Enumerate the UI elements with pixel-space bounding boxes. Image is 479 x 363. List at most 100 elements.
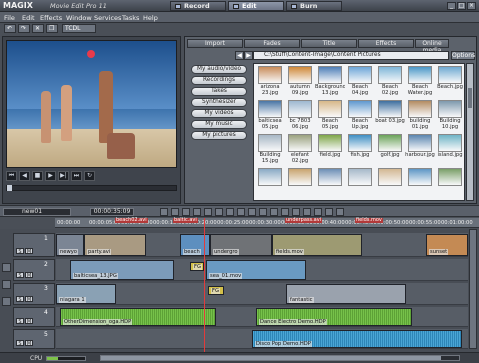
- media-thumbnail[interactable]: balticsea 05.jpg: [255, 99, 285, 133]
- track-lane-4[interactable]: OtherDimension_oga.HDP Dance Electro Dem…: [56, 307, 468, 327]
- sidebar-my-videos[interactable]: My videos: [191, 109, 247, 118]
- media-thumbnail[interactable]: golf.jpg: [375, 133, 405, 167]
- settings-icon[interactable]: [336, 208, 344, 216]
- mute-button[interactable]: M: [25, 296, 33, 303]
- solo-button[interactable]: S: [16, 272, 24, 279]
- solo-button[interactable]: S: [16, 318, 24, 325]
- ruler-marker[interactable]: beach02.avi: [115, 218, 148, 223]
- media-thumbnail[interactable]: Beach.jpg: [435, 65, 464, 99]
- mute-button[interactable]: M: [25, 318, 33, 325]
- volume-icon[interactable]: [314, 208, 322, 216]
- title-clip[interactable]: FG: [190, 262, 204, 271]
- timeline-vertical-scrollbar[interactable]: [469, 229, 477, 349]
- track-lane-2[interactable]: balticsea_13.JPG sea_01.mov FG: [56, 259, 468, 281]
- title-clip[interactable]: FG: [208, 286, 224, 295]
- previous-frame-button[interactable]: ◀: [19, 171, 30, 181]
- menu-edit[interactable]: Edit: [22, 14, 35, 22]
- tab-online-media[interactable]: Online media: [415, 39, 449, 54]
- stop-button[interactable]: ■: [32, 171, 43, 181]
- media-thumbnail[interactable]: [405, 167, 435, 200]
- minimize-button[interactable]: _: [447, 2, 456, 10]
- sidebar-my-music[interactable]: My music: [191, 120, 247, 129]
- range-icon[interactable]: [281, 208, 289, 216]
- media-thumbnail[interactable]: Beach 05.jpg: [315, 99, 345, 133]
- fx-icon[interactable]: [325, 208, 333, 216]
- media-thumbnail[interactable]: Beach Up.jpg: [345, 99, 375, 133]
- link-icon[interactable]: [248, 208, 256, 216]
- timeline-ruler[interactable]: 00:00:00 00:00:05:00 00:00:10:00 00:00:1…: [55, 218, 479, 228]
- sidebar-my-audio-video[interactable]: My audio/video: [191, 65, 247, 74]
- media-thumbnail[interactable]: building 01.jpg: [405, 99, 435, 133]
- sidebar-takes[interactable]: Takes: [191, 87, 247, 96]
- media-thumbnail[interactable]: Beach Water.jpg: [405, 65, 435, 99]
- go-to-end-button[interactable]: ⏭: [71, 171, 82, 181]
- media-thumbnail[interactable]: arizona 23.jpg: [255, 65, 285, 99]
- timeline-clip[interactable]: undergro: [210, 234, 272, 256]
- media-thumbnail[interactable]: fish.jpg: [345, 133, 375, 167]
- curve-icon[interactable]: [303, 208, 311, 216]
- ruler-marker[interactable]: underpass.avi: [285, 218, 323, 223]
- tab-effects[interactable]: Effects: [358, 39, 414, 48]
- timeline-icon[interactable]: [2, 297, 11, 306]
- timeline-clip[interactable]: sea_01.mov: [206, 260, 306, 280]
- ruler-marker[interactable]: fields.mov: [355, 218, 383, 223]
- copy-icon[interactable]: [182, 208, 190, 216]
- mixer-icon[interactable]: [237, 208, 245, 216]
- close-button[interactable]: ×: [467, 2, 476, 10]
- mode-edit-button[interactable]: Edit: [228, 1, 284, 11]
- next-frame-button[interactable]: ▶|: [58, 171, 69, 181]
- media-thumbnail[interactable]: autumn 09.jpg: [285, 65, 315, 99]
- timeline-clip[interactable]: party.avi: [84, 234, 146, 256]
- redo-button[interactable]: ↷: [18, 24, 30, 33]
- tab-fades[interactable]: Fades: [244, 39, 300, 48]
- audio-clip[interactable]: Dance Electro Demo.HDP: [256, 308, 412, 326]
- sidebar-recordings[interactable]: Recordings: [191, 76, 247, 85]
- media-thumbnail[interactable]: [375, 167, 405, 200]
- delete-button[interactable]: ✕: [32, 24, 44, 33]
- solo-button[interactable]: S: [16, 248, 24, 255]
- ruler-marker[interactable]: baltic.avi: [173, 218, 198, 223]
- forward-icon[interactable]: ▶: [244, 51, 253, 60]
- timeline-clip[interactable]: sunset: [426, 234, 468, 256]
- track-header-2[interactable]: 2 SM: [13, 259, 55, 281]
- snap-icon[interactable]: [259, 208, 267, 216]
- undo-button[interactable]: ↶: [4, 24, 16, 33]
- track-lane-1[interactable]: newyo party.avi beach undergro fields.mo…: [56, 233, 468, 257]
- solo-button[interactable]: S: [16, 296, 24, 303]
- mute-button[interactable]: M: [25, 340, 33, 347]
- mode-record-button[interactable]: Record: [170, 1, 226, 11]
- project-select[interactable]: new01: [3, 208, 71, 216]
- media-thumbnail[interactable]: boat 03.jpg: [375, 99, 405, 133]
- mute-button[interactable]: M: [25, 248, 33, 255]
- media-thumbnail[interactable]: Beach 02.jpg: [375, 65, 405, 99]
- solo-button[interactable]: S: [16, 340, 24, 347]
- track-header-1[interactable]: 1 SM: [13, 233, 55, 257]
- media-thumbnail[interactable]: [285, 167, 315, 200]
- menu-services[interactable]: Services: [94, 14, 121, 22]
- track-header-5[interactable]: 5 SM: [13, 329, 55, 349]
- media-thumbnail[interactable]: Beach 04.jpg: [345, 65, 375, 99]
- timeline-clip[interactable]: newyo: [56, 234, 84, 256]
- media-thumbnail[interactable]: Background 13.jpg: [315, 65, 345, 99]
- pool-scroll-thumb[interactable]: [468, 88, 472, 108]
- menu-effects[interactable]: Effects: [40, 14, 62, 22]
- tab-import[interactable]: Import: [187, 39, 243, 48]
- menu-file[interactable]: File: [4, 14, 15, 22]
- quick-button[interactable]: TCDL: [62, 24, 96, 33]
- sidebar-my-pictures[interactable]: My pictures: [191, 131, 247, 140]
- pool-scrollbar[interactable]: [466, 63, 474, 201]
- media-thumbnail[interactable]: Building 15.jpg: [255, 133, 285, 167]
- loop-button[interactable]: ↻: [84, 171, 95, 181]
- zoom-icon[interactable]: [292, 208, 300, 216]
- storyboard-icon[interactable]: [2, 263, 11, 272]
- track-lane-5[interactable]: Disco Pop Demo.HDP: [56, 329, 468, 349]
- track-header-3[interactable]: 3 SM: [13, 283, 55, 305]
- media-thumbnail[interactable]: harbour.jpg: [405, 133, 435, 167]
- preview-scrub-bar[interactable]: [6, 185, 177, 191]
- play-button[interactable]: ▶: [45, 171, 56, 181]
- timeline-clip[interactable]: fantastic: [286, 284, 406, 304]
- mode-burn-button[interactable]: Burn: [286, 1, 342, 11]
- scrub-handle[interactable]: [7, 185, 12, 191]
- maximize-button[interactable]: □: [457, 2, 466, 10]
- path-field[interactable]: C:\Stuff\Content-Image\Content Pictures: [253, 51, 449, 60]
